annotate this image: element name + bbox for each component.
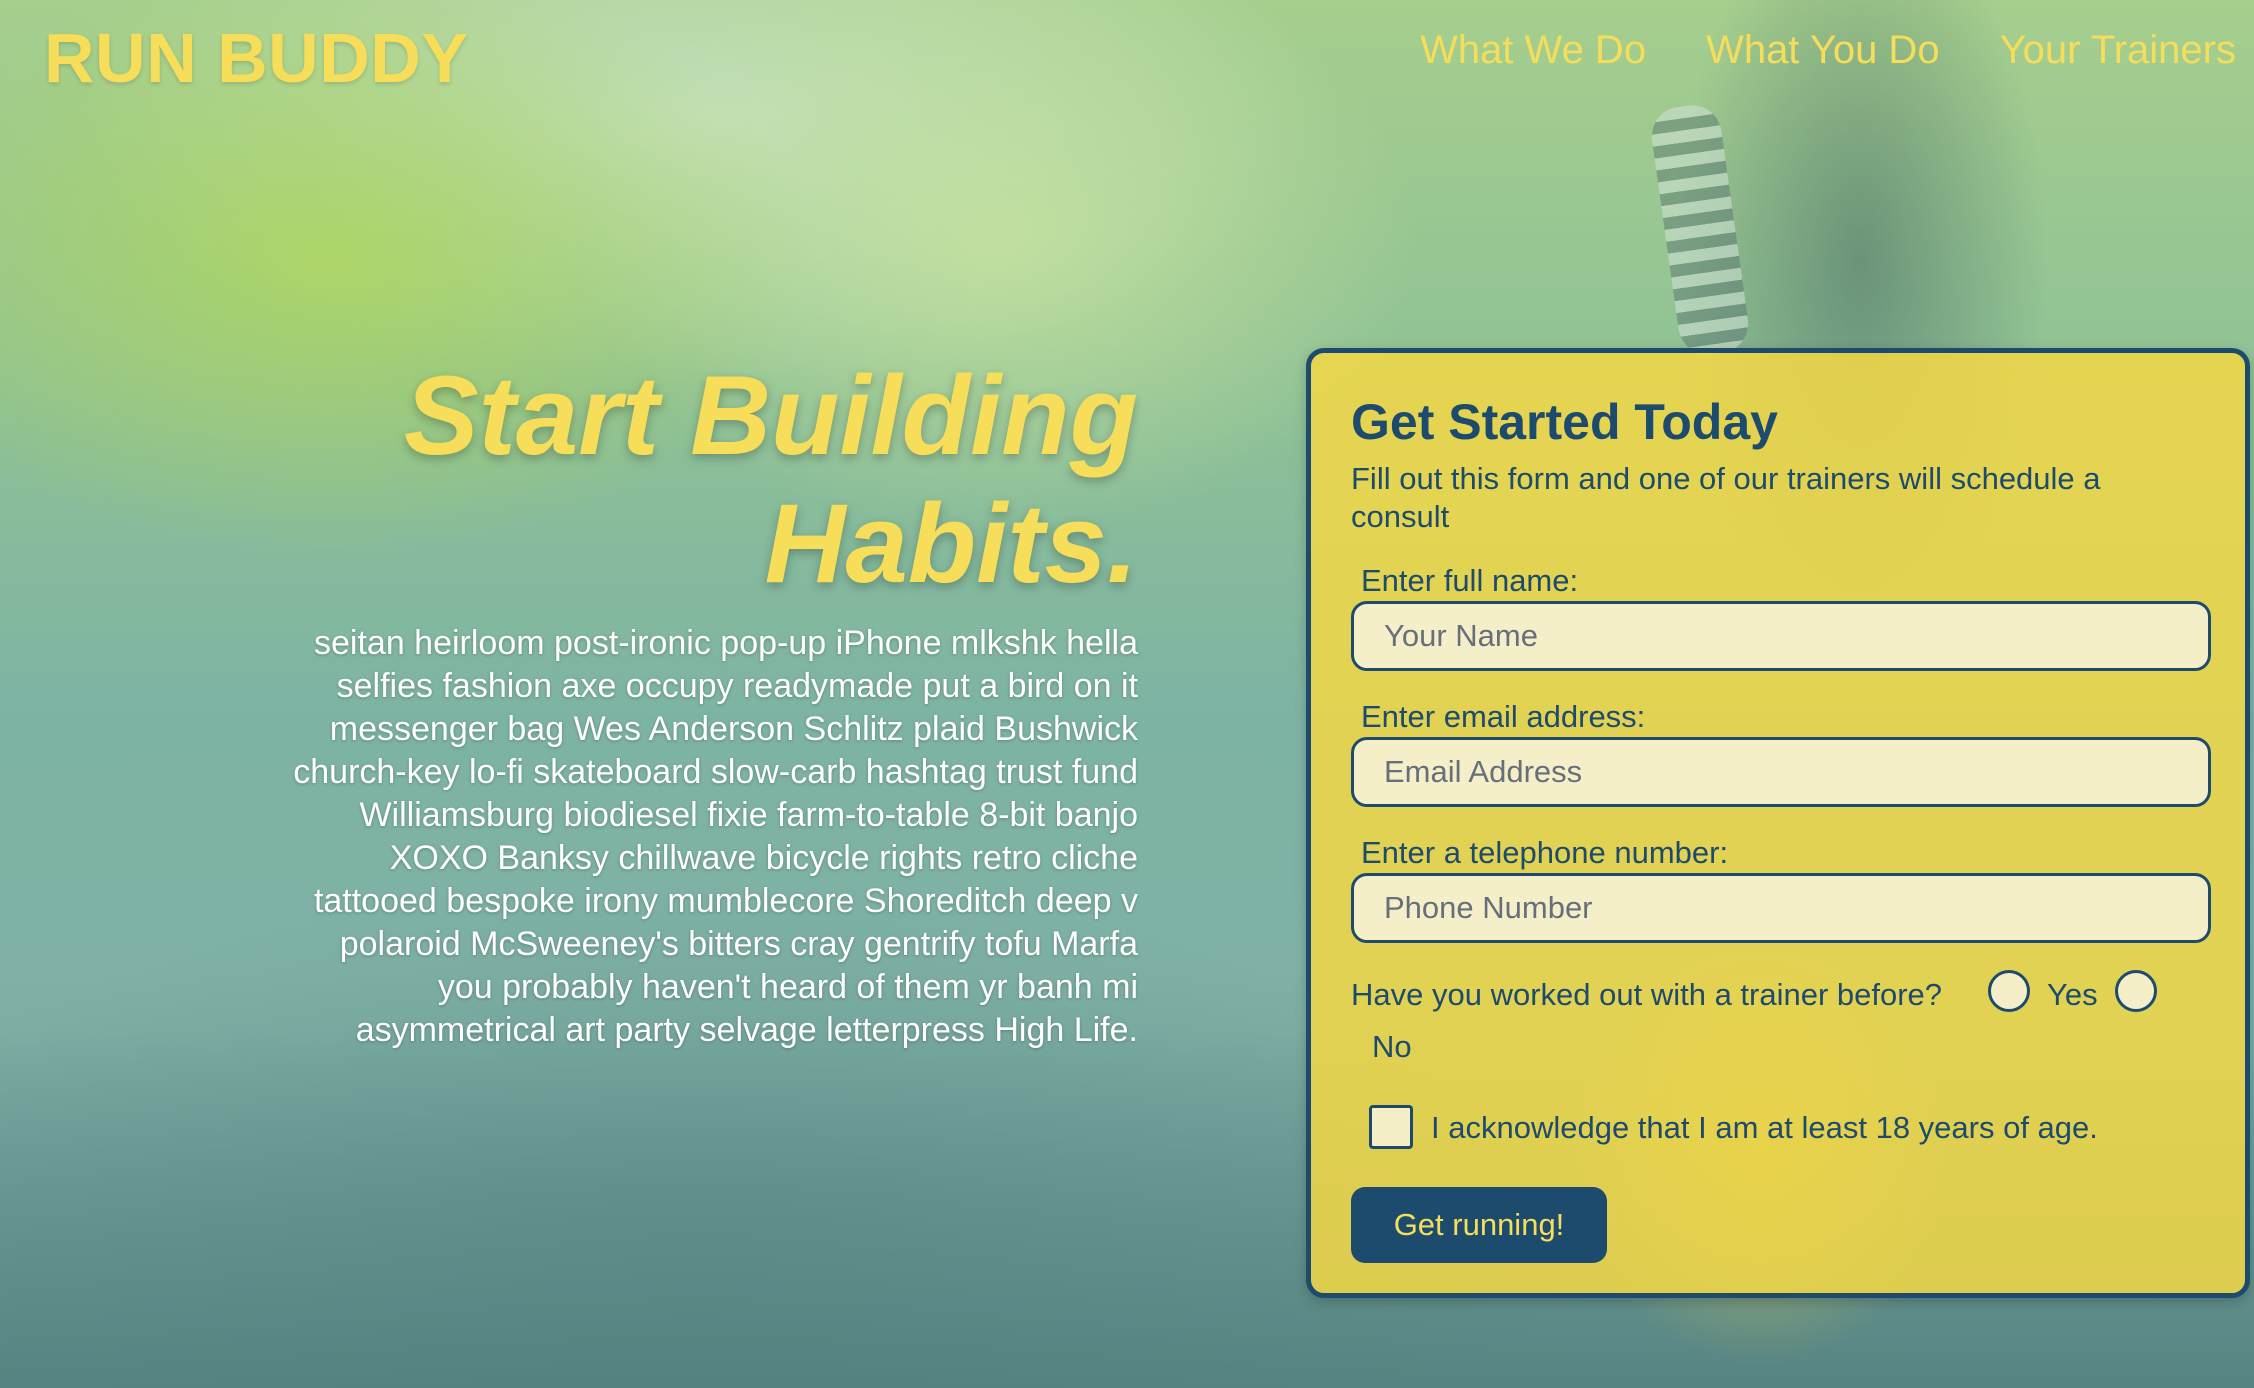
trainer-question: Have you worked out with a trainer befor… — [1351, 977, 1943, 1012]
nav-link-what-you-do[interactable]: What You Do — [1706, 28, 1940, 73]
get-running-button[interactable]: Get running! — [1351, 1187, 1607, 1263]
radio-yes-label: Yes — [2047, 977, 2098, 1012]
email-label: Enter email address: — [1361, 699, 1646, 734]
radio-no[interactable] — [2115, 970, 2157, 1012]
name-input[interactable] — [1351, 601, 2211, 671]
radio-no-label: No — [1372, 1029, 1412, 1064]
signup-form: Get Started Today Fill out this form and… — [1306, 348, 2250, 1298]
phone-input[interactable] — [1351, 873, 2211, 943]
nav-link-your-trainers[interactable]: Your Trainers — [2000, 28, 2236, 73]
radio-yes[interactable] — [1988, 970, 2030, 1012]
phone-label: Enter a telephone number: — [1361, 835, 1729, 870]
email-input[interactable] — [1351, 737, 2211, 807]
age-checkbox[interactable] — [1369, 1105, 1413, 1149]
hero-title: Start Building Habits. — [403, 353, 1138, 606]
hero-text: seitan heirloom post-ironic pop-up iPhon… — [293, 624, 1138, 1049]
age-checkbox-label: I acknowledge that I am at least 18 year… — [1431, 1110, 2098, 1145]
hero-section: Start Building Habits. seitan heirloom p… — [290, 352, 1138, 1052]
page: RUN BUDDY What We Do What You Do Your Tr… — [0, 0, 2254, 1388]
nav-link-what-we-do[interactable]: What We Do — [1420, 28, 1646, 73]
main-nav: What We Do What You Do Your Trainers — [1420, 28, 2236, 73]
form-subtitle: Fill out this form and one of our traine… — [1351, 461, 2101, 534]
site-logo[interactable]: RUN BUDDY — [44, 18, 469, 98]
form-title: Get Started Today — [1351, 394, 1778, 450]
name-label: Enter full name: — [1361, 563, 1579, 598]
